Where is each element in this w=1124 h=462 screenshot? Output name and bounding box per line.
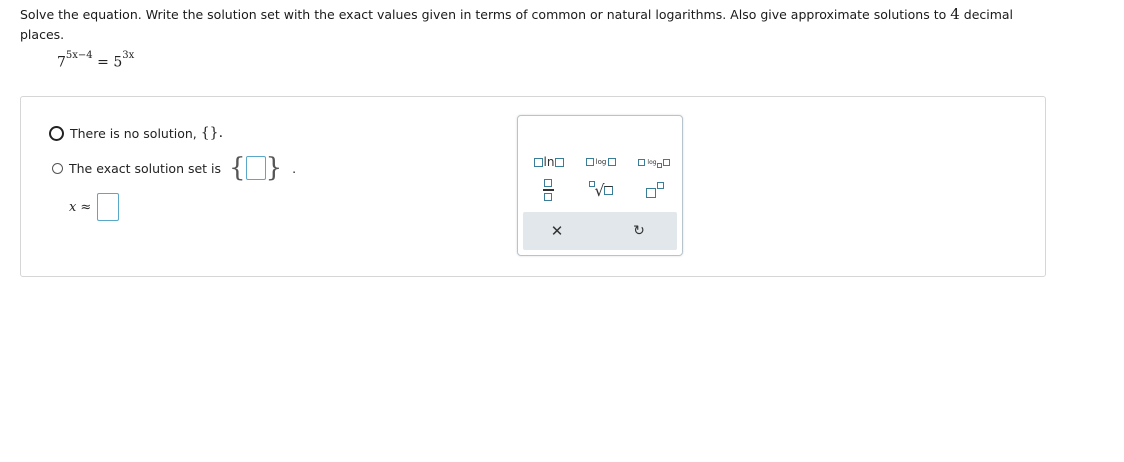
exact-period: .: [292, 160, 297, 176]
exponent-power-icon: [657, 181, 664, 189]
prompt-text-before: Solve the equation. Write the solution s…: [20, 7, 951, 22]
exponent-base-icon: [646, 188, 656, 198]
answer-panel: There is no solution, {}. The exact solu…: [20, 96, 1046, 277]
undo-button[interactable]: ↻: [627, 220, 651, 242]
ln-placeholder-b-icon: [555, 157, 565, 167]
logb-placeholder-a-icon: [638, 158, 646, 166]
fraction-denominator-icon: [544, 192, 552, 201]
logb-base-placeholder-icon: [656, 162, 662, 168]
equation-exponent-right: 3x: [122, 50, 135, 61]
equation-base-left: 7: [57, 54, 66, 71]
fraction-key[interactable]: [536, 176, 560, 204]
right-brace: }: [265, 153, 283, 183]
log-base-key[interactable]: log: [632, 152, 676, 172]
decimal-places-value: 4: [950, 5, 960, 23]
option-no-solution[interactable]: There is no solution, {}.: [49, 125, 223, 141]
left-brace: {: [229, 153, 246, 183]
logb-placeholder-b-icon: [662, 158, 670, 166]
log-key[interactable]: log: [580, 152, 622, 172]
radicand-icon: [603, 185, 613, 195]
log-placeholder-b-icon: [608, 158, 617, 166]
ln-key[interactable]: ln: [528, 152, 570, 172]
equation: 75x−4 = 53x: [57, 50, 135, 71]
approx-input[interactable]: [97, 193, 120, 221]
fraction-numerator-icon: [544, 179, 552, 188]
solution-set-input[interactable]: { }: [229, 155, 282, 181]
exact-solution-label: The exact solution set is: [69, 160, 222, 176]
approx-variable: x: [69, 199, 77, 215]
fraction-bar-icon: [542, 189, 554, 191]
exponent-key[interactable]: [642, 178, 668, 202]
clear-button[interactable]: ✕: [545, 220, 569, 242]
radio-no-solution[interactable]: [49, 125, 64, 141]
problem-prompt: Solve the equation. Write the solution s…: [20, 4, 1040, 45]
ln-key-label: ln: [543, 155, 555, 169]
solution-set-field[interactable]: [245, 156, 266, 180]
ln-placeholder-a-icon: [533, 157, 543, 167]
no-solution-label: There is no solution,: [70, 125, 197, 141]
equation-exponent-left: 5x−4: [65, 50, 93, 61]
clear-icon: ✕: [550, 222, 564, 240]
log-placeholder-a-icon: [585, 158, 594, 166]
log-key-label: log: [595, 158, 607, 166]
empty-set-symbol: {}.: [200, 125, 224, 141]
logb-key-label: log: [647, 158, 657, 166]
radio-exact-solution[interactable]: [52, 162, 63, 174]
nth-root-key[interactable]: √: [586, 178, 616, 202]
math-keypad: ln log log √ ✕ ↻: [517, 115, 683, 256]
approx-row: x ≈: [69, 193, 120, 221]
root-index-icon: [589, 181, 596, 187]
approx-symbol: ≈: [80, 199, 92, 215]
option-exact-solution[interactable]: The exact solution set is { } .: [52, 155, 296, 181]
undo-icon: ↻: [633, 223, 645, 239]
equation-base-right: 5: [113, 54, 123, 71]
keypad-action-row: ✕ ↻: [523, 212, 677, 250]
equation-equals: =: [97, 54, 109, 71]
